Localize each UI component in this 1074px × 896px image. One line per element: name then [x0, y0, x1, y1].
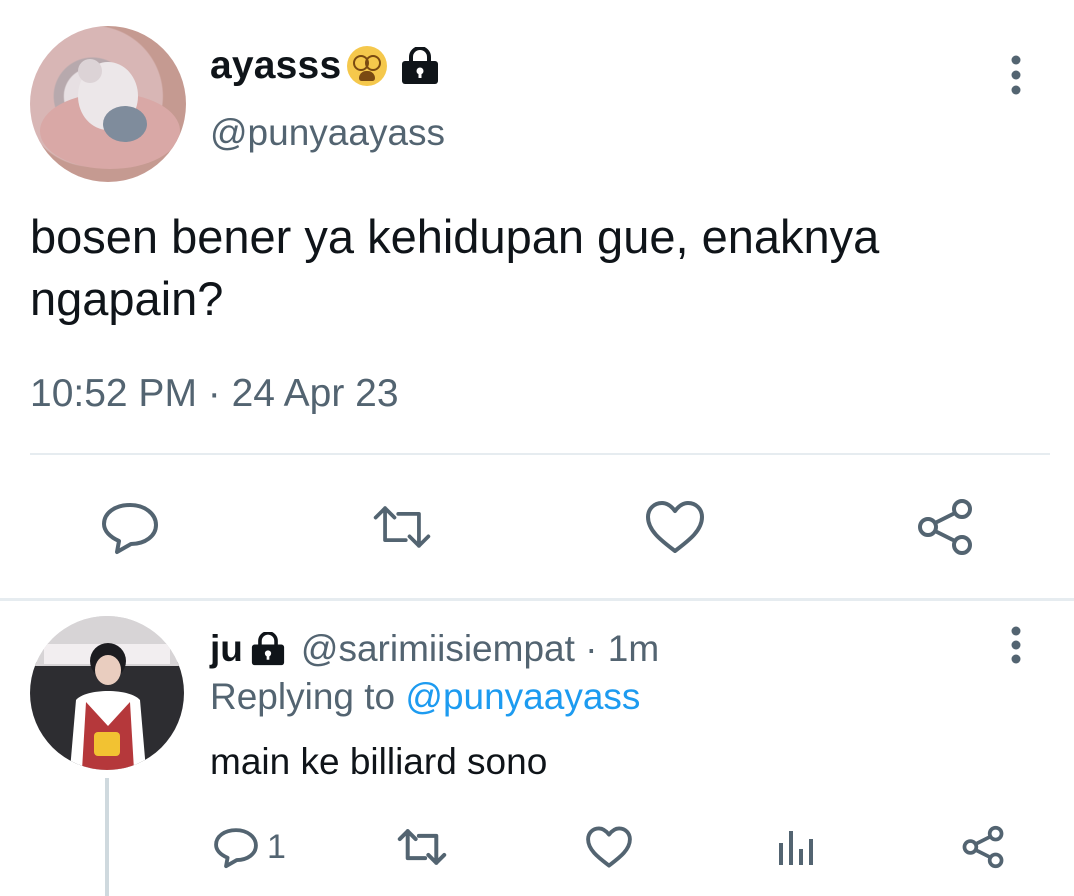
- like-button[interactable]: [643, 495, 707, 559]
- replying-prefix: Replying to: [210, 676, 396, 717]
- reply-count: 1: [267, 827, 286, 866]
- reply-icon: [214, 828, 258, 869]
- replying-to: Replying to @punyaayass: [210, 676, 640, 718]
- reply-button[interactable]: 1: [213, 822, 286, 872]
- reply-text: main ke billiard sono: [210, 741, 548, 782]
- thread-line: [105, 778, 109, 896]
- like-button[interactable]: [585, 822, 633, 872]
- avatar[interactable]: [30, 616, 184, 770]
- divider: [0, 598, 1074, 601]
- share-button[interactable]: [960, 822, 1006, 872]
- share-button[interactable]: [913, 495, 977, 559]
- reply-icon: [102, 503, 158, 554]
- analytics-button[interactable]: [776, 822, 816, 872]
- like-icon: [586, 826, 632, 868]
- retweet-button[interactable]: [370, 495, 434, 559]
- divider: [30, 453, 1050, 455]
- like-icon: [646, 501, 704, 553]
- retweet-icon: [373, 506, 431, 548]
- share-icon: [962, 825, 1004, 869]
- display-name[interactable]: ayasss: [210, 44, 441, 88]
- retweet-icon: [397, 829, 447, 865]
- reply-button[interactable]: [98, 495, 162, 559]
- lock-icon: [399, 47, 441, 85]
- more-options-icon[interactable]: [1004, 54, 1028, 98]
- lock-icon: [249, 632, 287, 666]
- analytics-icon: [779, 831, 813, 865]
- avatar[interactable]: [30, 26, 186, 182]
- tweet-text: bosen bener ya kehidupan gue, enaknya ng…: [30, 210, 880, 325]
- display-name-text: ayasss: [210, 44, 342, 87]
- reply-display-name[interactable]: ju: [210, 628, 243, 670]
- user-handle[interactable]: @punyaayass: [210, 112, 445, 154]
- tweet-timestamp[interactable]: 10:52 PM · 24 Apr 23: [30, 372, 399, 416]
- dizzy-face-emoji-icon: [347, 46, 388, 86]
- reply-header: ju @sarimiisiempat · 1m: [210, 628, 659, 670]
- retweet-button[interactable]: [395, 822, 449, 872]
- replying-to-mention[interactable]: @punyaayass: [405, 676, 640, 717]
- share-icon: [918, 499, 972, 555]
- more-options-icon[interactable]: [1004, 626, 1028, 666]
- reply-handle-time[interactable]: @sarimiisiempat · 1m: [301, 628, 659, 670]
